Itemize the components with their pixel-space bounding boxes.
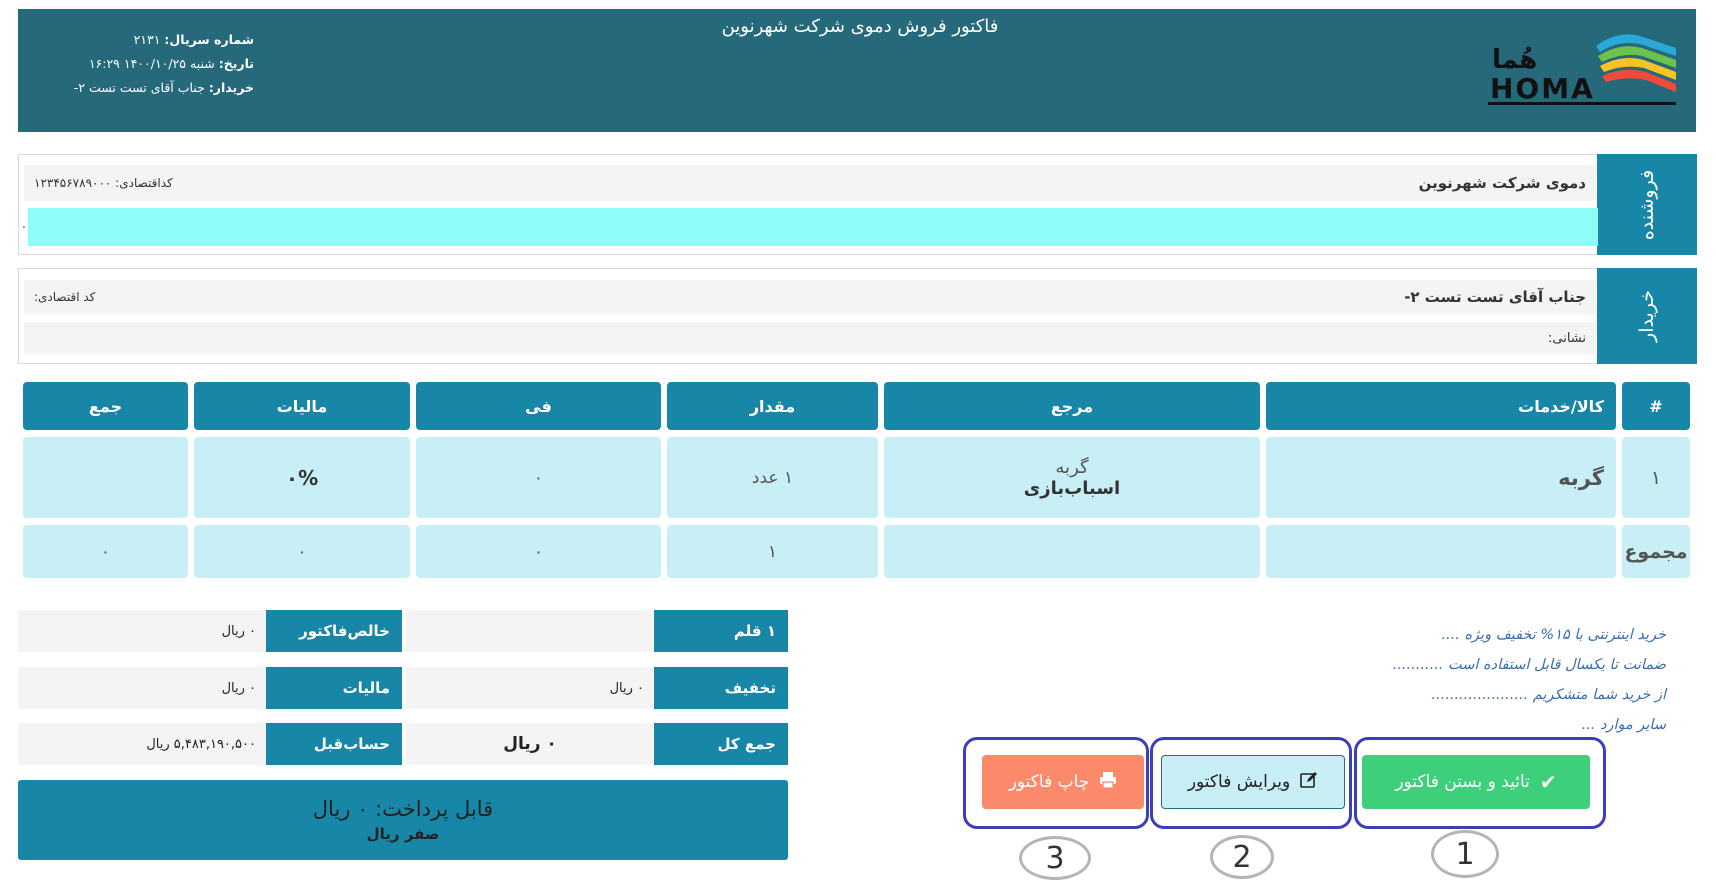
col-header-product: کالا/خدمات — [1266, 382, 1616, 430]
totals-ref — [884, 525, 1260, 578]
totals-product — [1266, 525, 1616, 578]
buyer-row: جناب آقای تست تست ۲- کد اقتصادی: — [24, 280, 1596, 314]
seller-econ-code: کداقتصادی: ۱۲۳۴۵۶۷۸۹۰۰۰ — [34, 176, 173, 190]
row-ref-line1: گربه — [1055, 456, 1089, 478]
row-qty: ۱ عدد — [667, 437, 878, 518]
totals-tax: ۰ — [194, 525, 410, 578]
time-value: ۱۶:۲۹ — [88, 56, 120, 71]
buyer-value: جناب آقای تست تست ۲- — [73, 80, 205, 95]
buyer-address: نشانی: — [24, 322, 1596, 354]
col-header-ref: مرجع — [884, 382, 1260, 430]
totals-label: مجموع — [1622, 525, 1690, 578]
tax-summary-label: مالیات — [266, 667, 402, 709]
seller-tab: فروشنده — [1597, 154, 1697, 255]
payable-amount: قابل پرداخت: ۰ ریال — [312, 797, 494, 821]
buyer-econ-code: کد اقتصادی: — [34, 290, 96, 304]
seller-row: دموی شرکت شهرنوین کداقتصادی: ۱۲۳۴۵۶۷۸۹۰۰… — [24, 165, 1596, 201]
row-total — [23, 437, 188, 518]
col-header-index: # — [1622, 382, 1690, 430]
homa-logo: هُما HOMA — [1488, 28, 1678, 108]
date-label: تاریخ: — [218, 56, 254, 71]
marker-1: 1 — [1431, 830, 1499, 878]
serial-value: ۲۱۳۱ — [133, 32, 161, 47]
totals-qty: ۱ — [667, 525, 878, 578]
note-line: از خرید شما متشکریم ....................… — [1431, 687, 1666, 703]
print-invoice-button[interactable]: چاپ فاکتور — [982, 755, 1144, 809]
printer-icon — [1099, 771, 1117, 794]
totals-price: ۰ — [416, 525, 661, 578]
invoice-title: فاکتور فروش دموی شرکت شهرنوین — [721, 16, 999, 37]
net-value: ۰ ریال — [18, 610, 266, 652]
note-line: سایر موارد ... — [1581, 717, 1666, 733]
note-line: ضمانت تا یکسال قابل استفاده است ........… — [1392, 657, 1666, 673]
row-ref: گربه اسباب‌بازی — [884, 437, 1260, 518]
seller-address-dot: . — [22, 217, 26, 231]
check-icon: ✔ — [1539, 770, 1557, 794]
edit-icon — [1300, 771, 1318, 794]
confirm-close-label: تائید و بستن فاکتور — [1395, 772, 1530, 792]
invoice-meta: شماره سریال: ۲۱۳۱ تاریخ: شنبه ۱۴۰۰/۱۰/۲۵… — [34, 28, 254, 100]
net-label: خالص‌فاکتور — [266, 610, 402, 652]
logo-fa-text: هُما — [1492, 45, 1537, 75]
logo-en-text: HOMA — [1490, 72, 1595, 105]
items-count-label: ۱ قلم — [654, 610, 788, 652]
col-header-tax: مالیات — [194, 382, 410, 430]
discount-label: تخفیف — [654, 667, 788, 709]
row-price: ۰ — [416, 437, 661, 518]
discount-value: ۰ ریال — [406, 667, 654, 709]
marker-3: 3 — [1019, 836, 1091, 880]
invoice-notes: خرید اینترنتی با ۱۵% تخفیف ویژه .... ضما… — [1100, 620, 1666, 740]
print-invoice-label: چاپ فاکتور — [1008, 772, 1090, 792]
payable-words: صفر ریال — [366, 825, 440, 843]
marker-2: 2 — [1210, 835, 1274, 879]
payable-box: قابل پرداخت: ۰ ریال صفر ریال — [18, 780, 788, 860]
serial-label: شماره سریال: — [164, 32, 254, 47]
note-line: خرید اینترنتی با ۱۵% تخفیف ویژه .... — [1441, 627, 1666, 643]
prev-balance-value: ۵,۴۸۳,۱۹۰,۵۰۰ ریال — [18, 723, 266, 765]
col-header-total: جمع — [23, 382, 188, 430]
edit-invoice-button[interactable]: ویرایش فاکتور — [1161, 755, 1345, 809]
seller-address-highlight — [28, 208, 1598, 246]
buyer-label: خریدار: — [208, 80, 254, 95]
edit-invoice-label: ویرایش فاکتور — [1187, 772, 1291, 792]
row-product: گربه — [1266, 437, 1616, 518]
buyer-tab: خریدار — [1597, 268, 1697, 364]
row-index: ۱ — [1622, 437, 1690, 518]
seller-name: دموی شرکت شهرنوین — [1418, 174, 1586, 192]
col-header-qty: مقدار — [667, 382, 878, 430]
date-value: شنبه ۱۴۰۰/۱۰/۲۵ — [123, 56, 215, 71]
row-ref-line2: اسباب‌بازی — [1023, 477, 1121, 499]
col-header-price: فی — [416, 382, 661, 430]
confirm-close-button[interactable]: ✔ تائید و بستن فاکتور — [1362, 755, 1590, 809]
grand-total-label: جمع کل — [654, 723, 788, 765]
grand-total-value: ۰ ریال — [406, 723, 654, 765]
prev-balance-label: حساب‌قبل — [266, 723, 402, 765]
totals-total: ۰ — [23, 525, 188, 578]
items-count-value — [406, 610, 654, 652]
buyer-name: جناب آقای تست تست ۲- — [1404, 288, 1586, 306]
row-tax: ۰% — [194, 437, 410, 518]
tax-summary-value: ۰ ریال — [18, 667, 266, 709]
